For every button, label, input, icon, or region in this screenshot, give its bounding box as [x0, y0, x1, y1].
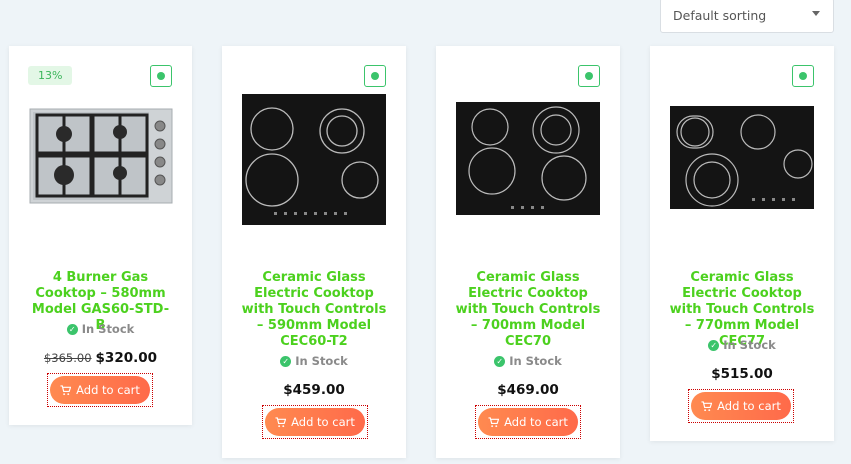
stock-status: ✓ In Stock	[9, 322, 192, 336]
old-price: $365.00	[43, 351, 92, 365]
add-to-cart-focus: Add to cart	[688, 389, 794, 423]
sale-badge: 13%	[28, 66, 73, 85]
chevron-down-icon	[812, 11, 820, 16]
add-to-cart-button[interactable]: Add to cart	[265, 408, 365, 436]
add-to-cart-button[interactable]: Add to cart	[691, 392, 791, 420]
product-price: $469.00	[436, 382, 620, 398]
cart-icon	[701, 400, 713, 411]
add-to-cart-button[interactable]: Add to cart	[478, 408, 578, 436]
current-price: $320.00	[95, 350, 158, 366]
cart-icon	[488, 416, 500, 427]
sort-select[interactable]: Default sorting	[660, 0, 834, 33]
product-image[interactable]	[29, 108, 173, 204]
stock-status: ✓ In Stock	[222, 354, 406, 368]
product-title[interactable]: Ceramic Glass Electric Cooktop with Touc…	[222, 270, 406, 350]
current-price: $469.00	[497, 382, 559, 398]
product-card[interactable]: 13% 4 Burner Gas Cooktop – 580mm Model G…	[9, 46, 192, 425]
product-card[interactable]: Ceramic Glass Electric Cooktop with Touc…	[222, 46, 406, 458]
check-icon: ✓	[494, 355, 506, 367]
product-card[interactable]: Ceramic Glass Electric Cooktop with Touc…	[650, 46, 834, 441]
product-title[interactable]: Ceramic Glass Electric Cooktop with Touc…	[436, 270, 620, 350]
add-to-cart-focus: Add to cart	[262, 405, 368, 439]
product-image[interactable]	[456, 102, 600, 215]
status-dot-icon	[364, 65, 386, 87]
sort-select-value: Default sorting	[673, 8, 767, 23]
stock-status: ✓ In Stock	[650, 338, 834, 352]
product-price: $459.00	[222, 382, 406, 398]
cart-icon	[60, 384, 72, 395]
status-dot-icon	[578, 65, 600, 87]
check-icon: ✓	[66, 323, 78, 335]
add-to-cart-focus: Add to cart	[47, 373, 153, 407]
stock-status: ✓ In Stock	[436, 354, 620, 368]
status-dot-icon	[150, 65, 172, 87]
product-image[interactable]	[670, 106, 814, 209]
check-icon: ✓	[708, 339, 720, 351]
add-to-cart-focus: Add to cart	[475, 405, 581, 439]
current-price: $515.00	[711, 366, 773, 382]
check-icon: ✓	[280, 355, 292, 367]
cart-icon	[275, 416, 287, 427]
product-card[interactable]: Ceramic Glass Electric Cooktop with Touc…	[436, 46, 620, 458]
product-price: $515.00	[650, 366, 834, 382]
product-price: $365.00 $320.00	[9, 350, 192, 366]
add-to-cart-button[interactable]: Add to cart	[50, 376, 150, 404]
status-dot-icon	[792, 65, 814, 87]
product-image[interactable]	[242, 94, 386, 225]
current-price: $459.00	[283, 382, 345, 398]
